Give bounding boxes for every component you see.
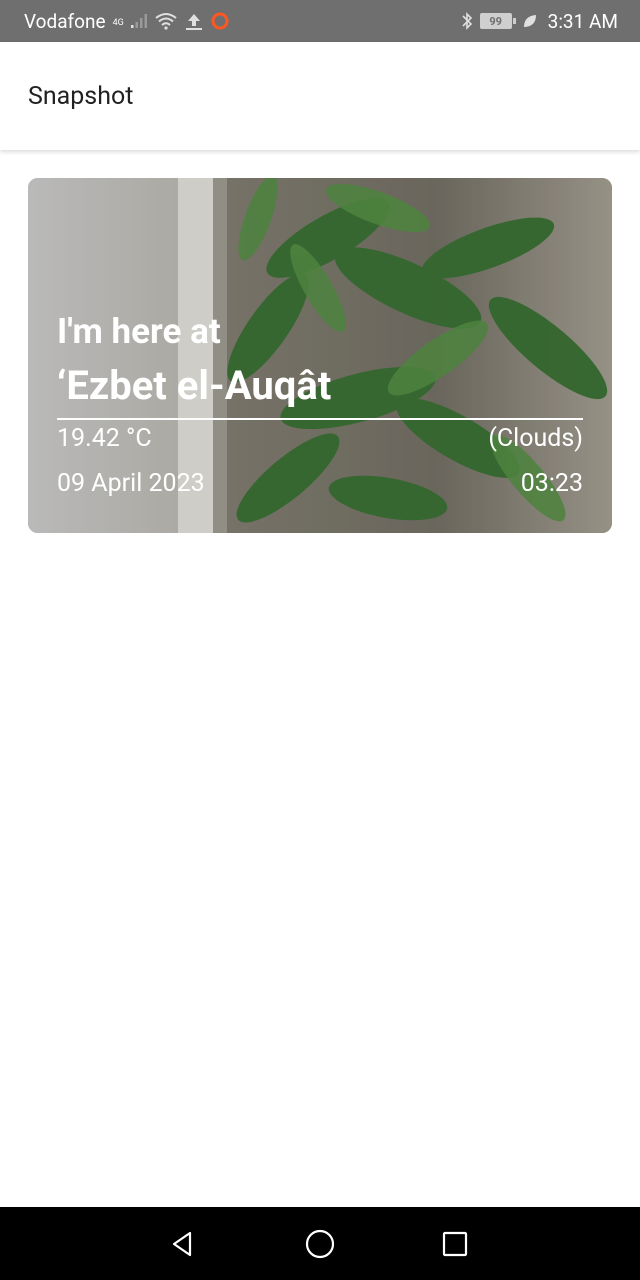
wifi-icon	[154, 12, 178, 30]
page-title: Snapshot	[28, 81, 134, 111]
divider	[57, 418, 583, 420]
signal-icon	[130, 13, 148, 29]
home-icon	[305, 1229, 335, 1259]
location-name: ‘Ezbet el-Auqât	[57, 362, 332, 409]
snapshot-card[interactable]: I'm here at ‘Ezbet el-Auqât 19.42 °C (Cl…	[28, 178, 612, 533]
snapshot-time: 03:23	[520, 469, 583, 498]
back-button[interactable]	[166, 1227, 200, 1261]
navigation-bar	[0, 1207, 640, 1280]
snapshot-date: 09 April 2023	[57, 469, 205, 498]
status-bar-right: 99 3:31 AM	[460, 10, 618, 33]
bluetooth-icon	[460, 11, 474, 31]
temperature: 19.42 °C	[57, 424, 152, 453]
app-bar: Snapshot	[0, 42, 640, 150]
battery-level: 99	[489, 14, 502, 28]
intro-text: I'm here at	[57, 311, 221, 352]
battery-icon: 99	[479, 13, 516, 29]
weather-row: 19.42 °C (Clouds)	[57, 422, 583, 456]
home-button[interactable]	[303, 1227, 337, 1261]
carrier-name: Vodafone	[24, 9, 106, 33]
datetime-row: 09 April 2023 03:23	[57, 467, 583, 501]
card-content: I'm here at ‘Ezbet el-Auqât 19.42 °C (Cl…	[57, 310, 583, 501]
status-bar-left: Vodafone 4G	[24, 10, 230, 33]
recents-button[interactable]	[438, 1227, 472, 1261]
network-type: 4G	[112, 17, 124, 28]
clock: 3:31 AM	[547, 9, 618, 33]
back-icon	[172, 1231, 192, 1257]
upload-icon	[184, 11, 204, 31]
status-bar: Vodafone 4G 99 3:31 AM	[0, 0, 640, 42]
leaf-icon	[522, 13, 538, 29]
recents-icon	[442, 1231, 468, 1257]
weather-condition: (Clouds)	[488, 424, 583, 453]
record-icon	[210, 11, 230, 31]
